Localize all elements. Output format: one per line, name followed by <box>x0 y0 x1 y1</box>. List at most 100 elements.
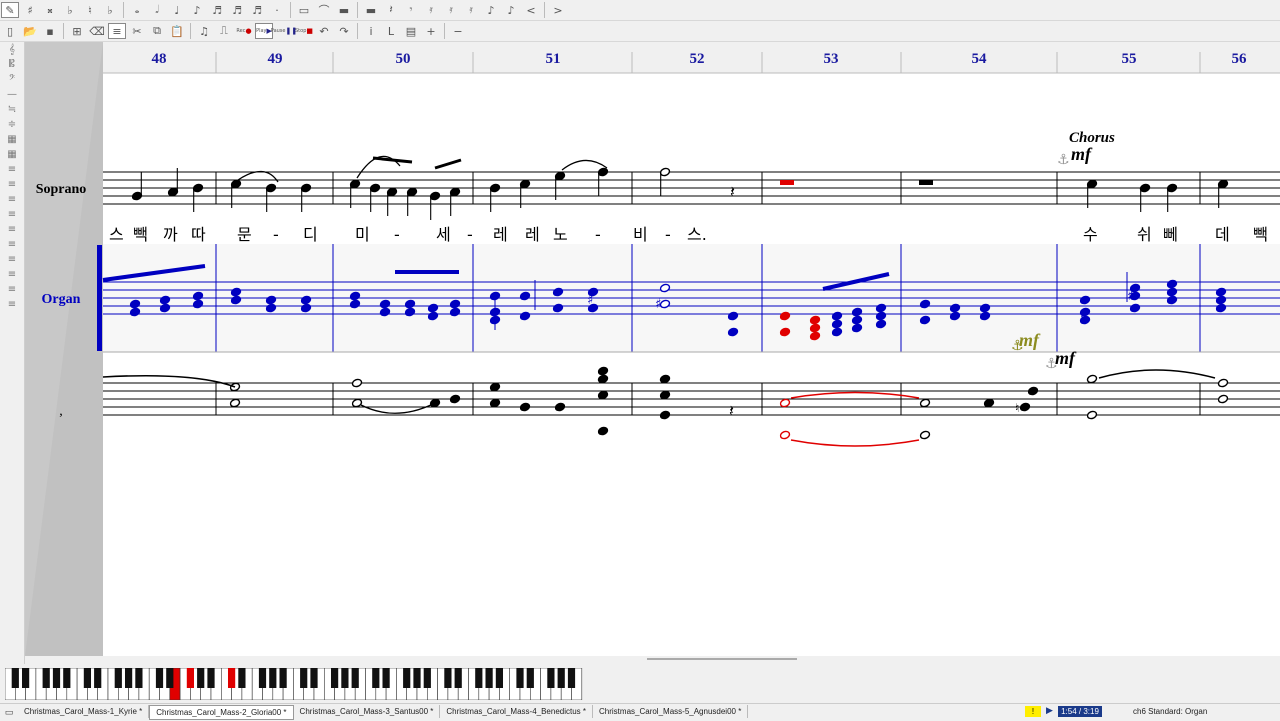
piano-black-key[interactable] <box>310 668 318 688</box>
rec-button[interactable]: Rec ● <box>235 23 253 39</box>
pause-button[interactable]: Pause ❚❚ <box>271 23 297 39</box>
staff-remove-icon[interactable]: ≑ <box>0 117 24 132</box>
staff-icon[interactable]: ≡ <box>0 297 24 312</box>
lyrics-icon[interactable]: L <box>382 23 400 39</box>
score-canvas[interactable]: SopranoOrgan,48 49 50 51 52 53 54 55 56𝄽Chorusmf… <box>25 42 1280 656</box>
piano-black-key[interactable] <box>444 668 452 688</box>
piano-black-key[interactable] <box>382 668 390 688</box>
pencil-icon[interactable]: ✎ <box>1 2 19 18</box>
piano-black-key[interactable] <box>166 668 174 688</box>
whole-note-icon[interactable]: 𝅝 <box>128 2 146 18</box>
piano-black-key[interactable] <box>207 668 215 688</box>
tie-icon[interactable]: ⌒ <box>315 2 333 18</box>
sixteenth-rest-icon[interactable]: 𝄿 <box>422 2 440 18</box>
staff-icon[interactable]: ≡ <box>0 267 24 282</box>
flat-icon[interactable]: ♭ <box>61 2 79 18</box>
piano-black-key[interactable] <box>155 668 164 688</box>
grace-note-icon[interactable]: ♪ <box>482 2 500 18</box>
piano-black-key[interactable] <box>372 668 380 688</box>
piano-black-key[interactable] <box>300 668 308 688</box>
document-tab[interactable]: Christmas_Carol_Mass-5_Agnusdei00 * <box>593 705 749 718</box>
piano-black-key[interactable] <box>413 668 421 688</box>
piano-black-key[interactable] <box>186 668 195 688</box>
prev-icon[interactable]: < <box>522 2 540 18</box>
piano-black-key[interactable] <box>83 668 92 688</box>
eighth-note-icon[interactable]: ♪ <box>188 2 206 18</box>
piano-keyboard[interactable] <box>5 668 585 700</box>
piano-black-key[interactable] <box>124 668 133 688</box>
piano-black-key[interactable] <box>227 668 236 688</box>
piano-black-key[interactable] <box>114 668 122 688</box>
staff-icon[interactable]: ≡ <box>0 222 24 237</box>
document-tab[interactable]: Christmas_Carol_Mass-1_Kyrie * <box>18 705 150 718</box>
paste-icon[interactable]: 📋 <box>168 23 186 39</box>
piano-black-key[interactable] <box>485 668 493 688</box>
natural-icon[interactable]: ♮ <box>81 2 99 18</box>
piano-black-key[interactable] <box>269 668 277 688</box>
piano-black-key[interactable] <box>403 668 411 688</box>
piano-black-key[interactable] <box>94 668 102 688</box>
open-icon[interactable]: 📂 <box>21 23 39 39</box>
piano-black-key[interactable] <box>63 668 71 688</box>
double-flat-icon[interactable]: ♭ <box>101 2 119 18</box>
erase-icon[interactable]: ⌫ <box>88 23 106 39</box>
piano-black-key[interactable] <box>475 668 483 688</box>
thirtysecond-note-icon[interactable]: ♬ <box>228 2 246 18</box>
staff-icon[interactable]: ≡ <box>0 177 24 192</box>
document-tab[interactable]: Christmas_Carol_Mass-3_Santus00 * <box>294 705 441 718</box>
view-icon[interactable]: ▤ <box>402 23 420 39</box>
staff-icon[interactable]: ≡ <box>0 282 24 297</box>
save-icon[interactable]: ▪ <box>41 23 59 39</box>
piano-black-key[interactable] <box>341 668 349 688</box>
staff-icon[interactable]: ≡ <box>0 207 24 222</box>
note-mode-icon[interactable]: ♫ <box>195 23 213 39</box>
piano-black-key[interactable] <box>258 668 267 688</box>
grid-icon[interactable]: ▦ <box>0 147 24 162</box>
bass-clef-icon[interactable]: 𝄢 <box>0 72 24 87</box>
whole-rest-icon[interactable]: ▬ <box>335 2 353 18</box>
undo-icon[interactable]: ↶ <box>315 23 333 39</box>
piano-black-key[interactable] <box>567 668 576 688</box>
stop-button[interactable]: Stop ■ <box>295 23 313 39</box>
piano-black-key[interactable] <box>516 668 524 688</box>
treble-clef-icon[interactable]: 𝄞 <box>0 42 24 57</box>
piano-black-key[interactable] <box>351 668 359 688</box>
grace-slash-icon[interactable]: ♪ <box>502 2 520 18</box>
sixteenth-note-icon[interactable]: ♬ <box>208 2 226 18</box>
staff-icon[interactable]: ≡ <box>0 252 24 267</box>
new-icon[interactable]: ▯ <box>1 23 19 39</box>
document-tab[interactable]: Christmas_Carol_Mass-2_Gloria00 * <box>149 705 294 720</box>
piano-black-key[interactable] <box>52 668 61 688</box>
score-view[interactable]: Soprano Organ, 48 49 50 51 52 53 54 55 56 𝄽 Chorus mf… <box>25 42 1280 656</box>
piano-black-key[interactable] <box>197 668 205 688</box>
next-icon[interactable]: > <box>549 2 567 18</box>
piano-black-key[interactable] <box>547 668 555 688</box>
scroll-thumb[interactable] <box>647 658 797 660</box>
rest-icon[interactable]: ▭ <box>295 2 313 18</box>
info-icon[interactable]: ⅰ <box>362 23 380 39</box>
redo-icon[interactable]: ↷ <box>335 23 353 39</box>
piano-black-key[interactable] <box>526 668 534 688</box>
sixtyfourth-note-icon[interactable]: ♬ <box>248 2 266 18</box>
piano-black-key[interactable] <box>557 668 565 688</box>
document-tab[interactable]: Christmas_Carol_Mass-4_Benedictus * <box>440 705 594 718</box>
piano-black-key[interactable] <box>495 668 504 688</box>
thirtysecond-rest-icon[interactable]: 𝄿 <box>442 2 460 18</box>
layout-icon[interactable]: ▦ <box>0 132 24 147</box>
select-icon[interactable]: ⊞ <box>68 23 86 39</box>
staff-add-icon[interactable]: ≒ <box>0 102 24 117</box>
zoom-in-icon[interactable]: + <box>422 23 440 39</box>
half-note-icon[interactable]: 𝅗𝅥 <box>148 2 166 18</box>
copy-icon[interactable]: ⧉ <box>148 23 166 39</box>
piano-black-key[interactable] <box>330 668 339 688</box>
staff-line-icon[interactable]: — <box>0 87 24 102</box>
piano-black-key[interactable] <box>42 668 50 688</box>
sharp-icon[interactable]: ♯ <box>21 2 39 18</box>
quarter-rest-icon[interactable]: 𝄽 <box>382 2 400 18</box>
piano-black-key[interactable] <box>11 668 19 688</box>
staff-icon[interactable]: ≡ <box>0 192 24 207</box>
cut-icon[interactable]: ✂ <box>128 23 146 39</box>
piano-black-key[interactable] <box>135 668 143 688</box>
piano-black-key[interactable] <box>423 668 431 688</box>
tenor-clef-icon[interactable]: 𝄡 <box>0 57 24 72</box>
